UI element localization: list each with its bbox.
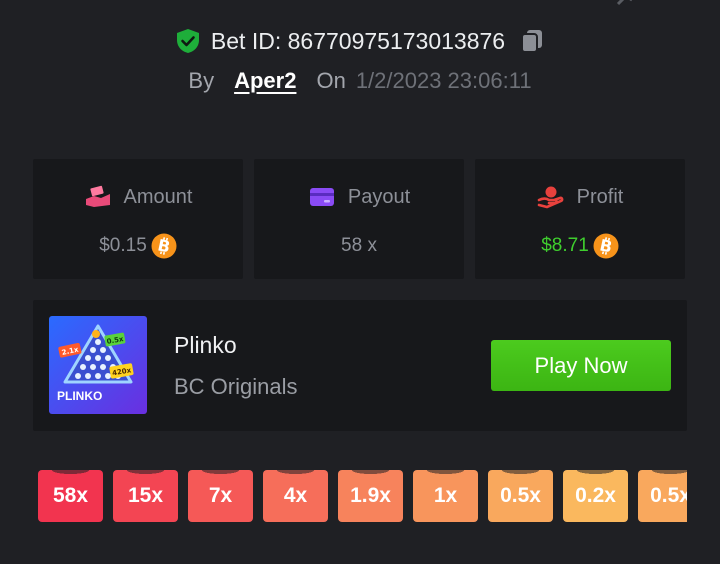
multiplier-track: 58x 15x 7x 4x 1.9x 1x 0.5x 0.2x 0.5x <box>38 470 687 522</box>
stat-label: Payout <box>347 185 411 208</box>
stat-value: 58 x <box>341 235 377 256</box>
bet-id: Bet ID: 86770975173013876 <box>210 27 506 54</box>
copy-icon[interactable] <box>519 28 545 54</box>
multiplier-chip: 15x <box>113 470 178 522</box>
on-label: On <box>316 68 346 93</box>
stat-card-amount: Amount $0.15 B <box>33 159 243 279</box>
thumbnail-logo: PLINKO <box>57 389 102 403</box>
multiplier-chip: 0.2x <box>563 470 628 522</box>
play-now-button[interactable]: Play Now <box>491 340 671 391</box>
stat-value: $0.15 <box>99 235 147 256</box>
bitcoin-icon: B <box>151 233 177 259</box>
bet-stats: Amount $0.15 B Payout 58 x Profit $8.71 … <box>33 159 685 279</box>
stat-label: Profit <box>576 185 624 208</box>
multiplier-chip: 1x <box>413 470 478 522</box>
multiplier-chip: 7x <box>188 470 253 522</box>
multiplier-chip: 58x <box>38 470 103 522</box>
multiplier-strip[interactable]: 58x 15x 7x 4x 1.9x 1x 0.5x 0.2x 0.5x <box>38 470 687 523</box>
game-provider: BC Originals <box>174 374 298 399</box>
stat-value: $8.71 <box>541 235 589 256</box>
game-card: 2.1x 0.5x 420x PLINKO Plinko BC Original… <box>33 300 687 431</box>
share-icon[interactable] <box>616 0 646 8</box>
bitcoin-icon: B <box>593 233 619 259</box>
game-thumbnail[interactable]: 2.1x 0.5x 420x PLINKO <box>49 316 147 414</box>
stat-label: Amount <box>123 185 193 208</box>
bet-id-row: Bet ID: 86770975173013876 <box>0 24 720 58</box>
bet-header: Bet ID: 86770975173013876 By Aper2 On 1/… <box>0 24 720 100</box>
money-hand-icon <box>85 185 110 207</box>
bet-timestamp: 1/2/2023 23:06:11 <box>355 68 532 93</box>
card-icon <box>309 188 334 206</box>
by-label: By <box>188 68 215 93</box>
plinko-thumbnail-art: 2.1x 0.5x 420x PLINKO <box>49 316 147 414</box>
multiplier-chip: 0.5x <box>488 470 553 522</box>
username-link[interactable]: Aper2 <box>234 68 296 94</box>
multiplier-chip: 1.9x <box>338 470 403 522</box>
multiplier-chip: 4x <box>263 470 328 522</box>
shield-check-icon <box>176 29 199 53</box>
stat-card-payout: Payout 58 x <box>254 159 464 279</box>
game-name[interactable]: Plinko <box>174 332 237 359</box>
bet-author-row: By Aper2 On 1/2/2023 23:06:11 <box>0 68 720 100</box>
hand-coin-icon <box>537 186 564 209</box>
stat-card-profit: Profit $8.71 B <box>475 159 685 279</box>
multiplier-chip: 0.5x <box>638 470 687 522</box>
